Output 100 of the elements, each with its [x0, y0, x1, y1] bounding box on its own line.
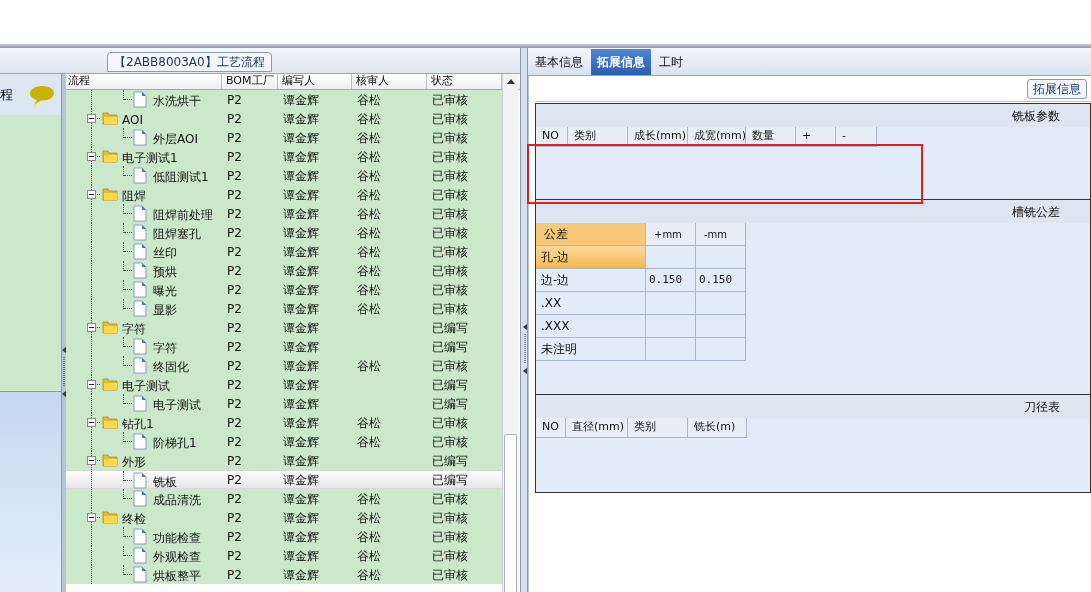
file-icon [133, 224, 147, 241]
table-cell-text: P2 [227, 91, 242, 109]
tree-row[interactable]: 预烘 P2 谭金辉 谷松 已审核 [66, 261, 502, 280]
column-header: 类别 [628, 418, 688, 438]
panel-title-tab[interactable]: 【2ABB8003A0】工艺流程 [107, 52, 272, 72]
column-header: NO [536, 418, 566, 438]
collapse-toggle[interactable] [87, 114, 96, 123]
collapse-toggle[interactable] [87, 418, 96, 427]
table-cell-text: 谭金辉 [283, 471, 319, 489]
table-cell-text: 已审核 [432, 509, 468, 527]
table-cell: 0.150 [696, 269, 746, 292]
table-cell-text: 已审核 [432, 357, 468, 375]
table-cell-text: P2 [227, 167, 242, 185]
folder-icon [102, 111, 118, 125]
tree-row[interactable]: 字符 P2 谭金辉 已编写 [66, 337, 502, 356]
table-cell-text: P2 [227, 452, 242, 470]
tab[interactable]: 工时 [653, 49, 689, 75]
table-cell-text: 谭金辉 [283, 433, 319, 451]
column-header[interactable]: 编写人 [278, 74, 352, 89]
tree-row[interactable]: 阻焊塞孔 P2 谭金辉 谷松 已审核 [66, 223, 502, 242]
table-cell-text: 谭金辉 [283, 224, 319, 242]
tree-row[interactable]: 电子测试 P2 谭金辉 已编写 [66, 375, 502, 394]
table-cell-text: 谭金辉 [283, 319, 319, 337]
table-cell-text: 谭金辉 [283, 167, 319, 185]
tree-row[interactable]: 显影 P2 谭金辉 谷松 已审核 [66, 299, 502, 318]
step-label: 阻焊塞孔 [153, 226, 201, 243]
table-cell-text: 谭金辉 [283, 490, 319, 508]
table-cell-text: 已审核 [432, 110, 468, 128]
tree-row[interactable]: 烘板整平 P2 谭金辉 谷松 已审核 [66, 565, 502, 584]
table-cell-text: 已审核 [432, 528, 468, 546]
section-title: 铣板参数 [1012, 107, 1060, 125]
tree-row[interactable]: 外层AOI P2 谭金辉 谷松 已审核 [66, 128, 502, 147]
table-cell-text: P2 [227, 433, 242, 451]
tree-row[interactable]: 终固化 P2 谭金辉 谷松 已审核 [66, 356, 502, 375]
collapse-toggle[interactable] [87, 323, 96, 332]
row-header[interactable]: 未注明 [536, 338, 646, 361]
collapse-toggle[interactable] [87, 152, 96, 161]
table-cell-text: 已审核 [432, 243, 468, 261]
scroll-thumb[interactable] [504, 434, 517, 592]
tree-row[interactable]: AOI P2 谭金辉 谷松 已审核 [66, 109, 502, 128]
table-cell-text: 谷松 [357, 224, 381, 242]
tree-row[interactable]: 功能检查 P2 谭金辉 谷松 已审核 [66, 527, 502, 546]
table-cell-text: P2 [227, 110, 242, 128]
tree-row[interactable]: 阶梯孔1 P2 谭金辉 谷松 已审核 [66, 432, 502, 451]
tree-row[interactable]: 电子测试 P2 谭金辉 已编写 [66, 394, 502, 413]
scrollbar[interactable] [502, 74, 518, 592]
step-label: 字符 [122, 321, 146, 338]
tree-row[interactable]: 阻焊前处理 P2 谭金辉 谷松 已审核 [66, 204, 502, 223]
tree-row[interactable]: 外观检查 P2 谭金辉 谷松 已审核 [66, 546, 502, 565]
table-cell-text: 谭金辉 [283, 129, 319, 147]
file-icon [133, 205, 147, 222]
file-icon [133, 281, 147, 298]
collapse-toggle[interactable] [87, 513, 96, 522]
table-cell [696, 338, 746, 361]
tree-row[interactable]: 钻孔1 P2 谭金辉 谷松 已审核 [66, 413, 502, 432]
step-label: 电子测试 [122, 378, 170, 395]
row-header[interactable]: .XX [536, 292, 646, 315]
table-cell-text: 已审核 [432, 224, 468, 242]
step-label: 铣板 [153, 474, 177, 491]
step-label: AOI [122, 112, 143, 129]
tree-row[interactable]: 曝光 P2 谭金辉 谷松 已审核 [66, 280, 502, 299]
step-label: 成品清洗 [153, 492, 201, 509]
step-label: 烘板整平 [153, 568, 201, 585]
table-cell-text: 谭金辉 [283, 205, 319, 223]
row-header[interactable]: 边-边 [536, 269, 646, 292]
tree-row[interactable]: 电子测试1 P2 谭金辉 谷松 已审核 [66, 147, 502, 166]
table-cell-text: 谭金辉 [283, 281, 319, 299]
tab[interactable]: 拓展信息 [591, 49, 651, 75]
tree-row[interactable]: 丝印 P2 谭金辉 谷松 已审核 [66, 242, 502, 261]
collapse-toggle[interactable] [87, 456, 96, 465]
file-icon [133, 243, 147, 260]
table-cell-text: 谭金辉 [283, 186, 319, 204]
tree-row[interactable]: 低阻测试1 P2 谭金辉 谷松 已审核 [66, 166, 502, 185]
column-header[interactable]: 流程 [66, 74, 222, 89]
step-label: 功能检查 [153, 530, 201, 547]
tree-row[interactable]: 成品清洗 P2 谭金辉 谷松 已审核 [66, 489, 502, 508]
table-cell-text: P2 [227, 205, 242, 223]
column-header[interactable]: 核审人 [352, 74, 427, 89]
collapse-toggle[interactable] [87, 190, 96, 199]
step-label: 电子测试 [153, 397, 201, 414]
scroll-up-icon[interactable] [507, 79, 515, 84]
tree-row[interactable]: 阻焊 P2 谭金辉 谷松 已审核 [66, 185, 502, 204]
column-header: 类别 [568, 127, 628, 147]
tab[interactable]: 基本信息 [529, 49, 589, 75]
step-label: 阶梯孔1 [153, 435, 197, 452]
table-cell-text: P2 [227, 186, 242, 204]
splitter-handle-icon[interactable] [522, 324, 527, 374]
tree-row[interactable]: 外形 P2 谭金辉 已编写 [66, 451, 502, 470]
table-cell-text: P2 [227, 547, 242, 565]
row-header[interactable]: .XXX [536, 315, 646, 338]
tree-row[interactable]: 字符 P2 谭金辉 已编写 [66, 318, 502, 337]
tree-row[interactable]: 终检 P2 谭金辉 谷松 已审核 [66, 508, 502, 527]
collapse-toggle[interactable] [87, 380, 96, 389]
column-header[interactable]: BOM工厂 [222, 74, 278, 89]
row-header[interactable]: 孔-边 [536, 246, 646, 269]
tree-row[interactable]: 铣板 P2 谭金辉 已编写 [66, 470, 502, 489]
column-header: 数量 [746, 127, 796, 147]
tree-row[interactable]: 水洗烘干 P2 谭金辉 谷松 已审核 [66, 90, 502, 109]
table-cell-text: 已审核 [432, 129, 468, 147]
table-cell-text: 谷松 [357, 262, 381, 280]
